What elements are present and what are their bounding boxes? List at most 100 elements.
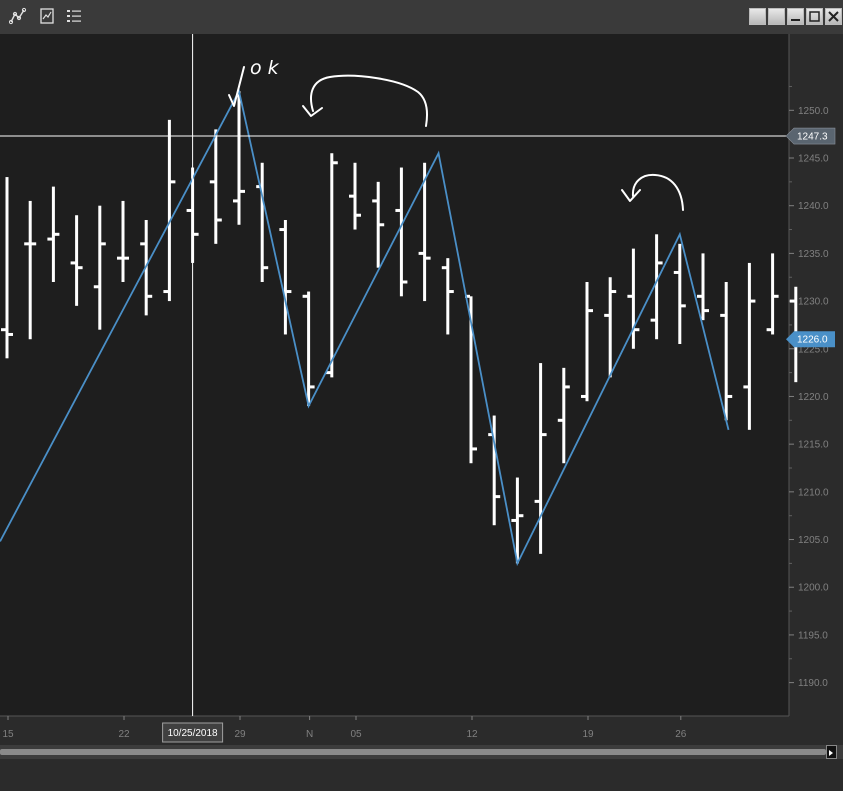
bar-close-tick <box>425 256 431 260</box>
bar-close-tick <box>518 514 524 518</box>
svg-text:1226.0: 1226.0 <box>797 335 828 346</box>
bar-close-tick <box>100 242 106 246</box>
bar-open-tick <box>279 228 285 232</box>
bar-open-tick <box>302 294 308 298</box>
bar-open-tick <box>673 270 679 274</box>
bar-range <box>724 282 728 421</box>
bar-close-tick <box>680 304 686 308</box>
bar-range <box>771 253 775 335</box>
bar-open-tick <box>511 518 517 522</box>
bar-range <box>167 119 171 302</box>
y-tick-label: 1210.0 <box>798 487 829 498</box>
x-tick-label: 19 <box>582 729 594 740</box>
bar-range <box>121 200 125 282</box>
price-chart[interactable]: 1190.0 1195.0 1200.0 1205.0 1210.0 1215.0 1220… <box>0 34 843 745</box>
bar-close-tick <box>332 161 338 165</box>
scroll-right-button[interactable] <box>826 745 837 759</box>
y-tick-label: 1215.0 <box>798 440 829 451</box>
bar-open-tick <box>93 285 99 289</box>
bar-close-tick <box>193 232 199 236</box>
bar-open-tick <box>163 290 169 294</box>
bar-open-tick <box>186 208 192 212</box>
bar-open-tick <box>697 294 702 298</box>
bar-range <box>562 367 566 464</box>
crosshair-date-tag: 10/25/2018 <box>162 722 224 743</box>
chart-properties-icon[interactable] <box>37 6 57 26</box>
close-icon[interactable] <box>825 8 842 25</box>
bar-range <box>98 205 102 330</box>
bar-range <box>539 363 543 554</box>
bar-open-tick <box>233 199 238 203</box>
x-tick-label: N <box>306 729 313 740</box>
bar-close-tick <box>727 394 733 398</box>
bar-open-tick <box>627 294 633 298</box>
bar-close-tick <box>564 385 570 389</box>
chart-toolbar <box>0 0 843 35</box>
bar-close-tick <box>263 266 269 270</box>
bar-open-tick <box>557 418 563 422</box>
maximize-icon[interactable] <box>806 8 823 25</box>
bar-close-tick <box>379 223 385 227</box>
bar-close-tick <box>402 280 408 284</box>
bar-open-tick <box>372 199 378 203</box>
y-tick-label: 1230.0 <box>798 297 829 308</box>
bar-open-tick <box>650 318 656 322</box>
restore-icon[interactable] <box>768 8 785 25</box>
bar-close-tick <box>588 309 593 313</box>
minimize-icon[interactable] <box>787 8 804 25</box>
bar-close-tick <box>611 290 617 294</box>
footer-area <box>0 759 843 791</box>
bar-close-tick <box>31 242 37 246</box>
bar-close-tick <box>77 266 83 270</box>
x-tick-label: 29 <box>234 729 246 740</box>
bar-close-tick <box>309 385 315 389</box>
bar-close-tick <box>541 433 547 437</box>
bar-close-tick <box>286 290 292 294</box>
bar-close-tick <box>8 332 13 336</box>
restore-icon[interactable] <box>749 8 766 25</box>
bar-range <box>446 258 450 335</box>
zigzag-line-icon[interactable] <box>8 6 28 26</box>
bar-range <box>214 129 218 244</box>
bar-open-tick <box>1 328 6 332</box>
bar-open-tick <box>581 394 586 398</box>
bar-range <box>678 243 682 344</box>
bar-close-tick <box>54 232 60 236</box>
horizontal-scrollbar[interactable] <box>0 745 843 759</box>
y-tick-label: 1235.0 <box>798 249 829 260</box>
bar-close-tick <box>657 261 663 265</box>
bar-close-tick <box>750 299 756 303</box>
bar-range <box>75 215 79 306</box>
bar-range <box>260 162 264 282</box>
bar-open-tick <box>743 385 749 389</box>
bar-close-tick <box>448 290 454 294</box>
bar-close-tick <box>704 309 709 313</box>
bar-close-tick <box>495 495 501 499</box>
x-tick-label: 12 <box>466 729 478 740</box>
bar-open-tick <box>349 194 354 198</box>
bar-open-tick <box>47 237 53 241</box>
bar-range <box>585 282 589 402</box>
y-tick-label: 1245.0 <box>798 154 829 165</box>
annotation-text: ok <box>250 57 285 79</box>
svg-text:10/25/2018: 10/25/2018 <box>168 728 218 739</box>
bar-close-tick <box>472 447 477 451</box>
bar-range <box>399 167 403 297</box>
bar-range <box>631 248 635 349</box>
y-tick-label: 1195.0 <box>798 630 828 641</box>
bar-close-tick <box>356 213 361 217</box>
bar-close-tick <box>147 294 153 298</box>
list-icon[interactable] <box>64 6 84 26</box>
bar-close-tick <box>124 256 129 260</box>
bar-open-tick <box>441 266 447 270</box>
bar-range <box>492 415 496 526</box>
bar-range <box>307 291 311 406</box>
scrollbar-track[interactable] <box>0 749 826 755</box>
x-tick-label: 15 <box>2 729 14 740</box>
svg-text:1247.3: 1247.3 <box>797 132 828 143</box>
y-tick-label: 1250.0 <box>798 106 829 117</box>
bar-close-tick <box>216 218 222 222</box>
bar-close-tick <box>773 294 779 298</box>
bar-open-tick <box>117 256 122 260</box>
bar-open-tick <box>720 313 726 317</box>
